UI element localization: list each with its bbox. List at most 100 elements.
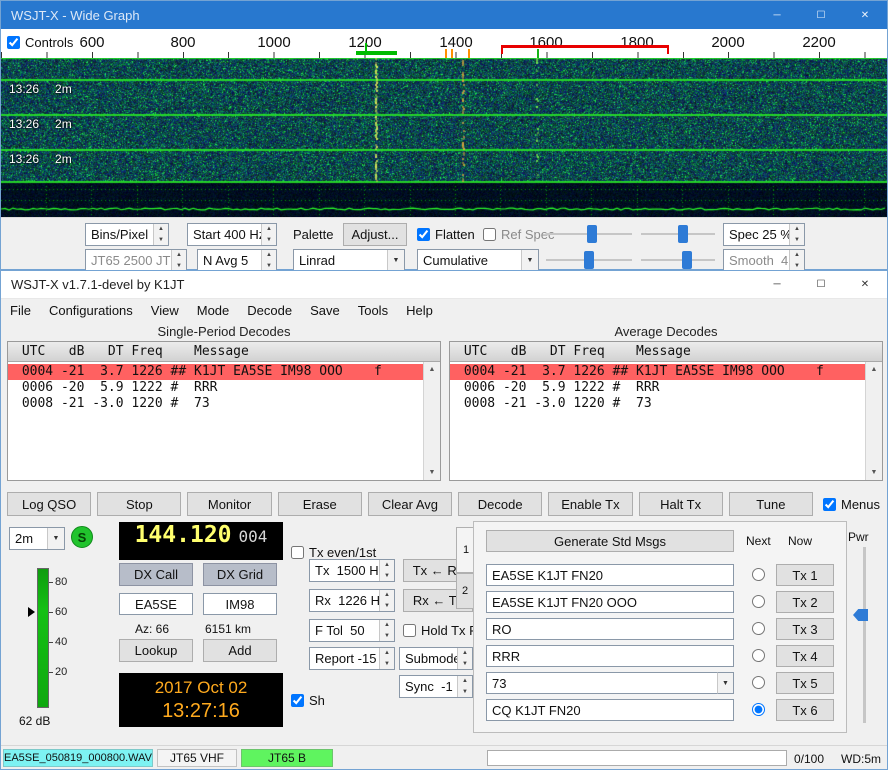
controls-checkbox-input[interactable] bbox=[7, 36, 20, 49]
spin-up-icon[interactable]: ▲ bbox=[380, 620, 394, 631]
decode-list[interactable]: 0004 -21 3.7 1226 ## K1JT EA5SE IM98 OOO… bbox=[450, 362, 865, 480]
tx-even-checkbox-input[interactable] bbox=[291, 546, 304, 559]
decode-row[interactable]: 0008 -21 -3.0 1220 # 73 bbox=[8, 396, 423, 412]
tx5-next-radio[interactable] bbox=[752, 676, 765, 689]
menu-decode[interactable]: Decode bbox=[238, 301, 301, 320]
decode-row[interactable]: 0006 -20 5.9 1222 # RRR bbox=[8, 380, 423, 396]
tx3-message-input[interactable] bbox=[486, 618, 734, 640]
spin-arrows[interactable]: ▲▼ bbox=[379, 620, 394, 641]
enable-tx-button[interactable]: Enable Tx bbox=[548, 492, 632, 516]
menu-mode[interactable]: Mode bbox=[188, 301, 239, 320]
minimize-icon[interactable]: ─ bbox=[755, 271, 799, 298]
spin-arrows[interactable]: ▲▼ bbox=[379, 560, 394, 581]
band-combobox[interactable]: 2m ▼ bbox=[9, 527, 65, 550]
tx-frequency-spinbox[interactable]: Tx 1500 Hz ▲▼ bbox=[309, 559, 395, 582]
tx-even-checkbox[interactable]: Tx even/1st bbox=[291, 545, 376, 560]
zero2-slider[interactable] bbox=[641, 250, 715, 270]
sh-checkbox-input[interactable] bbox=[291, 694, 304, 707]
spin-up-icon[interactable]: ▲ bbox=[172, 250, 186, 261]
dropdown-icon[interactable]: ▼ bbox=[47, 528, 64, 549]
spin-arrows[interactable]: ▲▼ bbox=[379, 648, 394, 669]
spin-down-icon[interactable]: ▼ bbox=[154, 235, 168, 246]
menu-tools[interactable]: Tools bbox=[349, 301, 397, 320]
decode-row[interactable]: 0004 -21 3.7 1226 ## K1JT EA5SE IM98 OOO… bbox=[450, 364, 865, 380]
maximize-icon[interactable]: ☐ bbox=[799, 1, 843, 29]
spin-down-icon[interactable]: ▼ bbox=[380, 571, 394, 582]
jt9-split-spinbox[interactable]: JT65 2500 JT9 ▲▼ bbox=[85, 249, 187, 272]
tx6-now-button[interactable]: Tx 6 bbox=[776, 699, 834, 721]
menu-configurations[interactable]: Configurations bbox=[40, 301, 142, 320]
spin-arrows[interactable]: ▲▼ bbox=[153, 224, 168, 245]
tx4-next-radio[interactable] bbox=[752, 649, 765, 662]
maximize-icon[interactable]: ☐ bbox=[799, 271, 843, 298]
clear-avg-button[interactable]: Clear Avg bbox=[368, 492, 452, 516]
scroll-up-icon[interactable]: ▲ bbox=[866, 362, 882, 377]
dx-call-button[interactable]: DX Call bbox=[119, 563, 193, 586]
ref-spec-checkbox-input[interactable] bbox=[483, 228, 496, 241]
tx1-message-input[interactable] bbox=[486, 564, 734, 586]
tx1-next-radio[interactable] bbox=[752, 568, 765, 581]
pwr-slider-track[interactable] bbox=[863, 547, 866, 723]
scrollbar[interactable]: ▲ ▼ bbox=[423, 362, 440, 480]
halt-tx-button[interactable]: Halt Tx bbox=[639, 492, 723, 516]
dx-call-input[interactable] bbox=[119, 593, 193, 615]
tx6-next-radio[interactable] bbox=[752, 703, 765, 716]
menu-help[interactable]: Help bbox=[397, 301, 442, 320]
spin-down-icon[interactable]: ▼ bbox=[262, 235, 276, 246]
dropdown-icon[interactable]: ▼ bbox=[717, 672, 734, 694]
sync-spinbox[interactable]: Sync -1 ▲▼ bbox=[399, 675, 473, 698]
tx3-now-button[interactable]: Tx 3 bbox=[776, 618, 834, 640]
spin-arrows[interactable]: ▲▼ bbox=[789, 224, 804, 245]
scroll-up-icon[interactable]: ▲ bbox=[424, 362, 440, 377]
adjust-palette-button[interactable]: Adjust... bbox=[343, 223, 407, 246]
tx4-now-button[interactable]: Tx 4 bbox=[776, 645, 834, 667]
spin-down-icon[interactable]: ▼ bbox=[458, 659, 472, 670]
smooth-spinbox[interactable]: Smooth 4 ▲▼ bbox=[723, 249, 805, 272]
spec-percent-spinbox[interactable]: Spec 25 % ▲▼ bbox=[723, 223, 805, 246]
spin-up-icon[interactable]: ▲ bbox=[262, 250, 276, 261]
tx1-now-button[interactable]: Tx 1 bbox=[776, 564, 834, 586]
gain2-slider[interactable] bbox=[546, 250, 632, 270]
slider-handle[interactable] bbox=[584, 251, 594, 269]
slider-handle[interactable] bbox=[678, 225, 688, 243]
tx4-message-input[interactable] bbox=[486, 645, 734, 667]
spin-up-icon[interactable]: ▲ bbox=[380, 648, 394, 659]
decode-list[interactable]: 0004 -21 3.7 1226 ## K1JT EA5SE IM98 OOO… bbox=[8, 362, 423, 480]
spin-arrows[interactable]: ▲▼ bbox=[457, 648, 472, 669]
controls-checkbox[interactable]: Controls bbox=[7, 35, 73, 50]
bins-pixel-spinbox[interactable]: Bins/Pixel 3 ▲▼ bbox=[85, 223, 169, 246]
decode-row[interactable]: 0004 -21 3.7 1226 ## K1JT EA5SE IM98 OOO… bbox=[8, 364, 423, 380]
spin-up-icon[interactable]: ▲ bbox=[790, 224, 804, 235]
start-frequency-spinbox[interactable]: Start 400 Hz ▲▼ bbox=[187, 223, 277, 246]
submode-spinbox[interactable]: Submode B ▲▼ bbox=[399, 647, 473, 670]
menus-checkbox-input[interactable] bbox=[823, 498, 836, 511]
pwr-slider-handle[interactable] bbox=[853, 609, 868, 621]
report-spinbox[interactable]: Report -15 ▲▼ bbox=[309, 647, 395, 670]
decode-row[interactable]: 0006 -20 5.9 1222 # RRR bbox=[450, 380, 865, 396]
minimize-icon[interactable]: ─ bbox=[755, 1, 799, 29]
menus-checkbox[interactable]: Menus bbox=[823, 497, 880, 512]
slider-handle[interactable] bbox=[682, 251, 692, 269]
dx-grid-input[interactable] bbox=[203, 593, 277, 615]
scrollbar[interactable]: ▲ ▼ bbox=[865, 362, 882, 480]
tab-2[interactable]: 2 bbox=[456, 573, 474, 609]
spin-down-icon[interactable]: ▼ bbox=[380, 601, 394, 612]
tx5-message-combobox[interactable] bbox=[486, 672, 734, 694]
tx6-message-input[interactable] bbox=[486, 699, 734, 721]
tx2-message-input[interactable] bbox=[486, 591, 734, 613]
scroll-down-icon[interactable]: ▼ bbox=[866, 465, 882, 480]
tx2-now-button[interactable]: Tx 2 bbox=[776, 591, 834, 613]
sh-checkbox[interactable]: Sh bbox=[291, 693, 325, 708]
spin-arrows[interactable]: ▲▼ bbox=[457, 676, 472, 697]
rx-frequency-spinbox[interactable]: Rx 1226 Hz ▲▼ bbox=[309, 589, 395, 612]
n-avg-spinbox[interactable]: N Avg 5 ▲▼ bbox=[197, 249, 277, 272]
spin-down-icon[interactable]: ▼ bbox=[790, 235, 804, 246]
scroll-down-icon[interactable]: ▼ bbox=[424, 465, 440, 480]
spin-arrows[interactable]: ▲▼ bbox=[261, 250, 276, 271]
zero-slider[interactable] bbox=[641, 224, 715, 244]
dx-grid-button[interactable]: DX Grid bbox=[203, 563, 277, 586]
hold-tx-freq-checkbox-input[interactable] bbox=[403, 624, 416, 637]
spin-arrows[interactable]: ▲▼ bbox=[261, 224, 276, 245]
gain-slider[interactable] bbox=[546, 224, 632, 244]
spin-up-icon[interactable]: ▲ bbox=[262, 224, 276, 235]
